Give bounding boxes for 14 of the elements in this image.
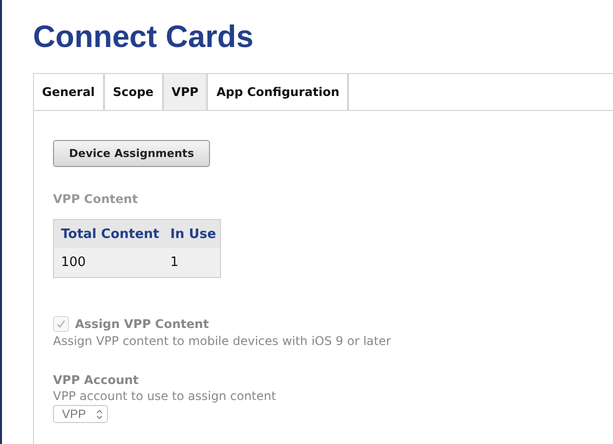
table-cell: 1 xyxy=(163,248,221,278)
table-cell: 100 xyxy=(54,248,164,278)
description-text: Assign VPP content to mobile devices with iOS 9 or later xyxy=(53,334,392,348)
checkmark-icon xyxy=(56,319,66,329)
column-header: Total Content xyxy=(54,220,164,248)
tab[interactable]: VPP xyxy=(164,74,208,110)
section-heading: VPP Content xyxy=(53,192,139,206)
page-title: Connect Cards xyxy=(33,19,254,56)
field-label: VPP Account xyxy=(53,373,140,387)
updown-caret-icon xyxy=(96,408,104,420)
checkbox-label: Assign VPP Content xyxy=(75,317,209,331)
column-header: In Use xyxy=(163,220,221,248)
description-text: VPP account to use to assign content xyxy=(53,389,278,403)
device-assignments-button[interactable]: Device Assignments xyxy=(53,140,210,167)
